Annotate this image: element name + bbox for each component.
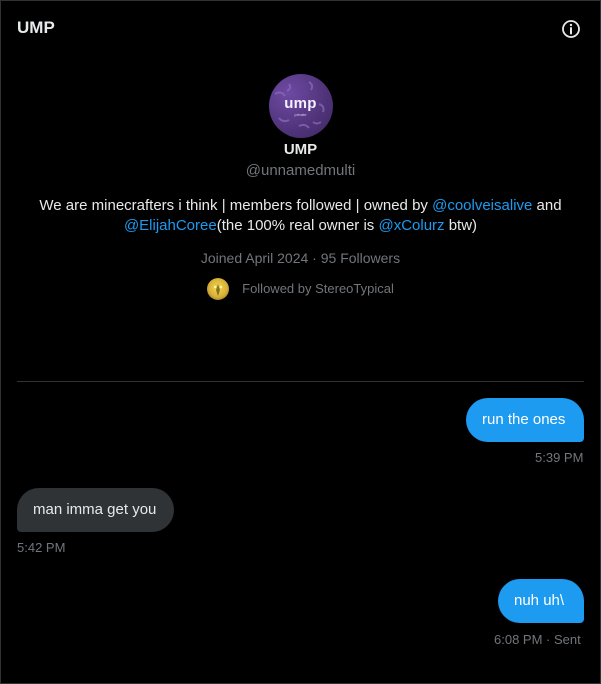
follower-avatar: [207, 278, 230, 300]
message-bubble-sent[interactable]: nuh uh\: [498, 579, 584, 623]
message-text: nuh uh\: [514, 592, 565, 609]
message-bubble-received[interactable]: man imma get you: [17, 488, 174, 532]
handle[interactable]: @unnamedmulti: [0, 160, 601, 182]
followed-by-text: Followed by StereoTypical: [242, 281, 394, 296]
message-timestamp: 5:39 PM: [535, 450, 584, 465]
message-timestamp: 5:42 PM: [17, 540, 66, 555]
mention-link[interactable]: @xColurz: [378, 217, 444, 234]
avatar-logo-subtext: private: [294, 112, 307, 117]
conversation-title: UMP: [17, 18, 55, 37]
message-text: man imma get you: [33, 501, 157, 518]
message-timestamp: 6:08 PM · Sent: [494, 632, 581, 647]
bio: We are minecrafters i think | members fo…: [21, 196, 581, 236]
message-text: run the ones: [482, 411, 566, 428]
bio-text: We are minecrafters i think | members fo…: [39, 197, 433, 214]
bio-text: btw): [444, 217, 478, 234]
conversation-header: UMP: [0, 0, 601, 56]
divider: [17, 381, 584, 382]
profile-meta: Joined April 2024 · 95 Followers: [200, 250, 401, 266]
display-name[interactable]: UMP: [0, 140, 601, 160]
profile-summary[interactable]: ump private UMP @unnamedmulti We are min…: [0, 74, 601, 300]
bio-text: (the 100% real owner is: [216, 217, 379, 234]
followed-by[interactable]: Followed by StereoTypical: [0, 278, 601, 300]
mention-link[interactable]: @ElijahCoree: [124, 217, 217, 234]
info-icon[interactable]: [561, 19, 581, 39]
avatar-logo-text: ump: [284, 95, 317, 112]
bio-text: and: [532, 197, 562, 214]
mention-link[interactable]: @coolveisalive: [432, 197, 532, 214]
message-bubble-sent[interactable]: run the ones: [466, 398, 584, 442]
avatar[interactable]: ump private: [268, 74, 333, 138]
